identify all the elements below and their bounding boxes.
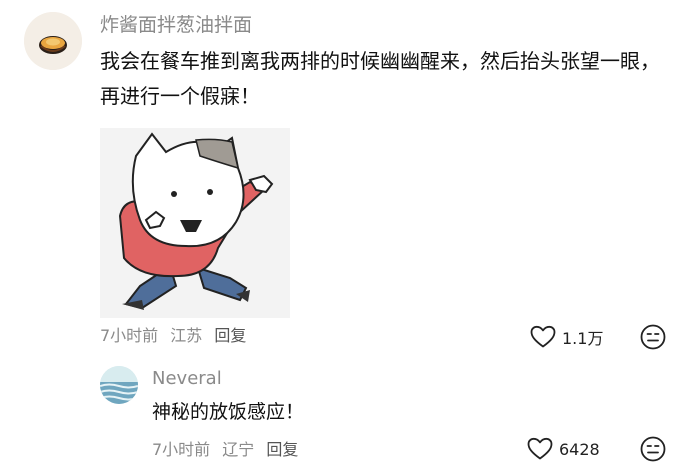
reply-username[interactable]: Neveral (152, 367, 222, 391)
meh-face-icon (640, 324, 666, 350)
reply-like-button[interactable]: 6428 (527, 436, 600, 462)
meh-face-icon (640, 436, 666, 462)
reply-like-count: 6428 (559, 439, 600, 459)
reply-dislike-button[interactable] (640, 436, 666, 462)
reply-button[interactable]: 回复 (214, 326, 246, 345)
comment-location: 江苏 (170, 326, 203, 345)
reply-meta: 7小时前 辽宁 回复 (152, 440, 305, 460)
comment-time: 7小时前 (100, 326, 159, 345)
reply-text: 神秘的放饭感应！ (152, 401, 305, 423)
user-avatar[interactable] (24, 12, 82, 70)
comment-meta: 7小时前 江苏 回复 (100, 326, 253, 346)
heart-outline-icon (527, 437, 553, 460)
reply-location: 辽宁 (222, 440, 255, 459)
like-count: 1.1万 (562, 329, 604, 348)
comment-username[interactable]: 炸酱面拌葱油拌面 (100, 12, 252, 38)
heart-outline-icon (530, 325, 556, 348)
reply-user-avatar[interactable] (100, 366, 138, 404)
comment-text: 我会在餐车推到离我两排的时候幽幽醒来，然后抬头张望一眼，再进行一个假寐！ (100, 49, 660, 108)
reply-reply-button[interactable]: 回复 (266, 440, 298, 459)
reply-time: 7小时前 (152, 440, 211, 459)
like-button[interactable]: 1.1万 (530, 324, 603, 350)
dislike-button[interactable] (640, 324, 666, 350)
cartoon-cat-sticker-icon (100, 128, 290, 318)
sea-landscape-avatar-icon (100, 366, 138, 404)
sticker-image[interactable] (100, 128, 290, 318)
noodle-bowl-avatar-icon (24, 12, 82, 70)
